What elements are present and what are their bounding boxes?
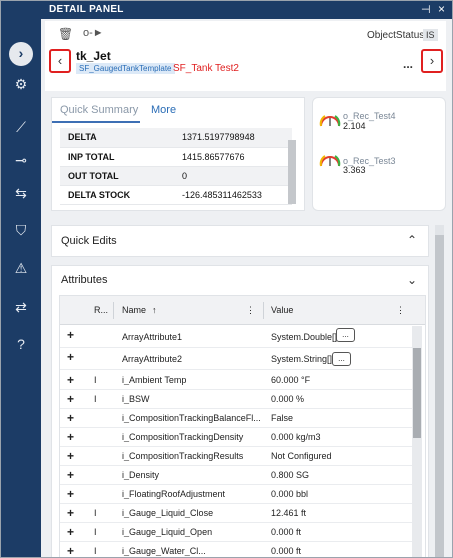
- grid-scrollbar-thumb[interactable]: [413, 348, 421, 438]
- chevron-down-icon[interactable]: ⌄: [407, 273, 417, 287]
- related-object-link[interactable]: SF_Tank Test2: [173, 63, 239, 74]
- attributes-label: Attributes: [61, 274, 108, 286]
- object-status-badge: IS: [423, 29, 438, 41]
- gauge-icon: [319, 155, 341, 167]
- panel-title: DETAIL PANEL: [49, 4, 124, 15]
- gauge-value: 3.363: [343, 165, 366, 175]
- expand-rail-button[interactable]: ›: [9, 42, 33, 66]
- table-row: OUT TOTAL 0: [60, 166, 292, 186]
- table-row[interactable]: + i_FloatingRoofAdjustment 0.000 bbl: [60, 485, 412, 504]
- table-row[interactable]: + I i_Gauge_Liquid_Close 12.461 ft: [60, 504, 412, 523]
- table-row[interactable]: + I i_Ambient Temp 60.000 °F: [60, 371, 412, 390]
- expand-row-icon[interactable]: +: [67, 350, 74, 364]
- key-icon[interactable]: ⊸: [9, 148, 33, 172]
- close-icon[interactable]: ×: [438, 2, 445, 16]
- quick-edits-label: Quick Edits: [61, 235, 117, 247]
- expand-row-icon[interactable]: +: [67, 487, 74, 501]
- object-status-label: ObjectStatus: [367, 30, 425, 41]
- edit-value-button[interactable]: ...: [332, 352, 351, 366]
- dashboard-gear-icon[interactable]: ⚙: [9, 72, 33, 96]
- chevron-up-icon[interactable]: ⌃: [407, 233, 417, 247]
- shield-info-icon[interactable]: ⛉: [9, 218, 33, 242]
- column-name[interactable]: Name: [122, 305, 146, 315]
- table-row[interactable]: + i_CompositionTrackingDensity 0.000 kg/…: [60, 428, 412, 447]
- pin-icon[interactable]: ⊣: [421, 3, 431, 16]
- trash-icon[interactable]: 🗑: [58, 27, 73, 41]
- tab-quick-summary[interactable]: Quick Summary: [52, 98, 140, 123]
- table-row: INP TOTAL 1415.86577676: [60, 147, 292, 167]
- table-row[interactable]: + ArrayAttribute1 System.Double[] ...: [60, 326, 412, 348]
- alert-icon[interactable]: ⚠: [9, 256, 33, 280]
- summary-scrollbar[interactable]: [288, 140, 296, 204]
- sort-ascending-icon[interactable]: ↑: [152, 305, 157, 315]
- expand-row-icon[interactable]: +: [67, 328, 74, 342]
- expand-row-icon[interactable]: +: [67, 506, 74, 520]
- expand-row-icon[interactable]: +: [67, 449, 74, 463]
- table-row[interactable]: + I i_Gauge_Liquid_Open 0.000 ft: [60, 523, 412, 542]
- table-row: DELTA STOCK -126.485311462533: [60, 185, 292, 205]
- help-icon[interactable]: ?: [9, 332, 33, 356]
- quick-summary-card: Quick Summary More DELTA 1371.5197798948 …: [51, 97, 305, 211]
- table-row[interactable]: + i_CompositionTrackingResults Not Confi…: [60, 447, 412, 466]
- expand-row-icon[interactable]: +: [67, 392, 74, 406]
- template-tag[interactable]: SF_GaugedTankTemplate: [76, 63, 175, 74]
- attributes-section: Attributes ⌄ R... Name ↑ ⋮ Value ⋮ + Arr…: [51, 265, 429, 557]
- table-row: DELTA 1371.5197798948: [60, 128, 292, 148]
- detail-panel-window: DETAIL PANEL ⊣ × › ⚙ ⟋ ⊸ ⇆ ⛉ ⚠ ⇄ ? 🗑 o-►…: [0, 0, 453, 558]
- object-header: 🗑 o-► ObjectStatus IS tk_Jet SF_GaugedTa…: [45, 21, 446, 91]
- edit-value-button[interactable]: ...: [336, 328, 355, 342]
- grid-scrollbar[interactable]: [412, 326, 422, 557]
- summary-table: DELTA 1371.5197798948 INP TOTAL 1415.86577…: [60, 128, 292, 205]
- tab-more[interactable]: More: [151, 104, 176, 116]
- object-name: tk_Jet: [76, 49, 111, 63]
- panel-scrollbar-thumb[interactable]: [435, 235, 444, 557]
- quick-edits-section[interactable]: Quick Edits ⌃: [51, 225, 429, 257]
- column-value[interactable]: Value: [271, 305, 293, 315]
- column-r[interactable]: R...: [94, 305, 108, 315]
- expand-row-icon[interactable]: +: [67, 411, 74, 425]
- table-row[interactable]: + ArrayAttribute2 System.String[] ...: [60, 348, 412, 370]
- compare-arrows-icon[interactable]: ⇆: [9, 181, 33, 205]
- table-row[interactable]: + i_CompositionTrackingBalanceFl... Fals…: [60, 409, 412, 428]
- more-options-button[interactable]: ...: [403, 57, 413, 71]
- trend-icon[interactable]: ⟋: [9, 115, 33, 139]
- table-row[interactable]: + i_Density 0.800 SG: [60, 466, 412, 485]
- gauge-name[interactable]: o_Rec_Test4: [343, 111, 396, 121]
- expand-row-icon[interactable]: +: [67, 468, 74, 482]
- table-row[interactable]: + I i_Gauge_Water_Cl... 0.000 ft: [60, 542, 412, 557]
- title-bar: DETAIL PANEL ⊣ ×: [1, 1, 452, 19]
- expand-row-icon[interactable]: +: [67, 430, 74, 444]
- panel-scrollbar[interactable]: [435, 225, 444, 557]
- grid-header: R... Name ↑ ⋮ Value ⋮: [60, 296, 425, 325]
- next-object-button[interactable]: ›: [421, 49, 443, 73]
- gauge-value: 2.104: [343, 121, 366, 131]
- key-icon[interactable]: o-►: [83, 27, 104, 39]
- table-row[interactable]: + I i_BSW 0.000 %: [60, 390, 412, 409]
- gauge-icon: [319, 115, 341, 127]
- gauge-card: o_Rec_Test4 2.104 o_Rec_Test3 3.363: [312, 97, 446, 211]
- column-menu-icon[interactable]: ⋮: [396, 305, 405, 316]
- expand-row-icon[interactable]: +: [67, 525, 74, 539]
- previous-object-button[interactable]: ‹: [49, 49, 71, 73]
- expand-row-icon[interactable]: +: [67, 373, 74, 387]
- column-menu-icon[interactable]: ⋮: [246, 305, 255, 316]
- attributes-grid: R... Name ↑ ⋮ Value ⋮ + ArrayAttribute1 …: [59, 295, 426, 557]
- left-rail: › ⚙ ⟋ ⊸ ⇆ ⛉ ⚠ ⇄ ?: [1, 19, 41, 557]
- expand-row-icon[interactable]: +: [67, 544, 74, 557]
- swap-icon[interactable]: ⇄: [9, 295, 33, 319]
